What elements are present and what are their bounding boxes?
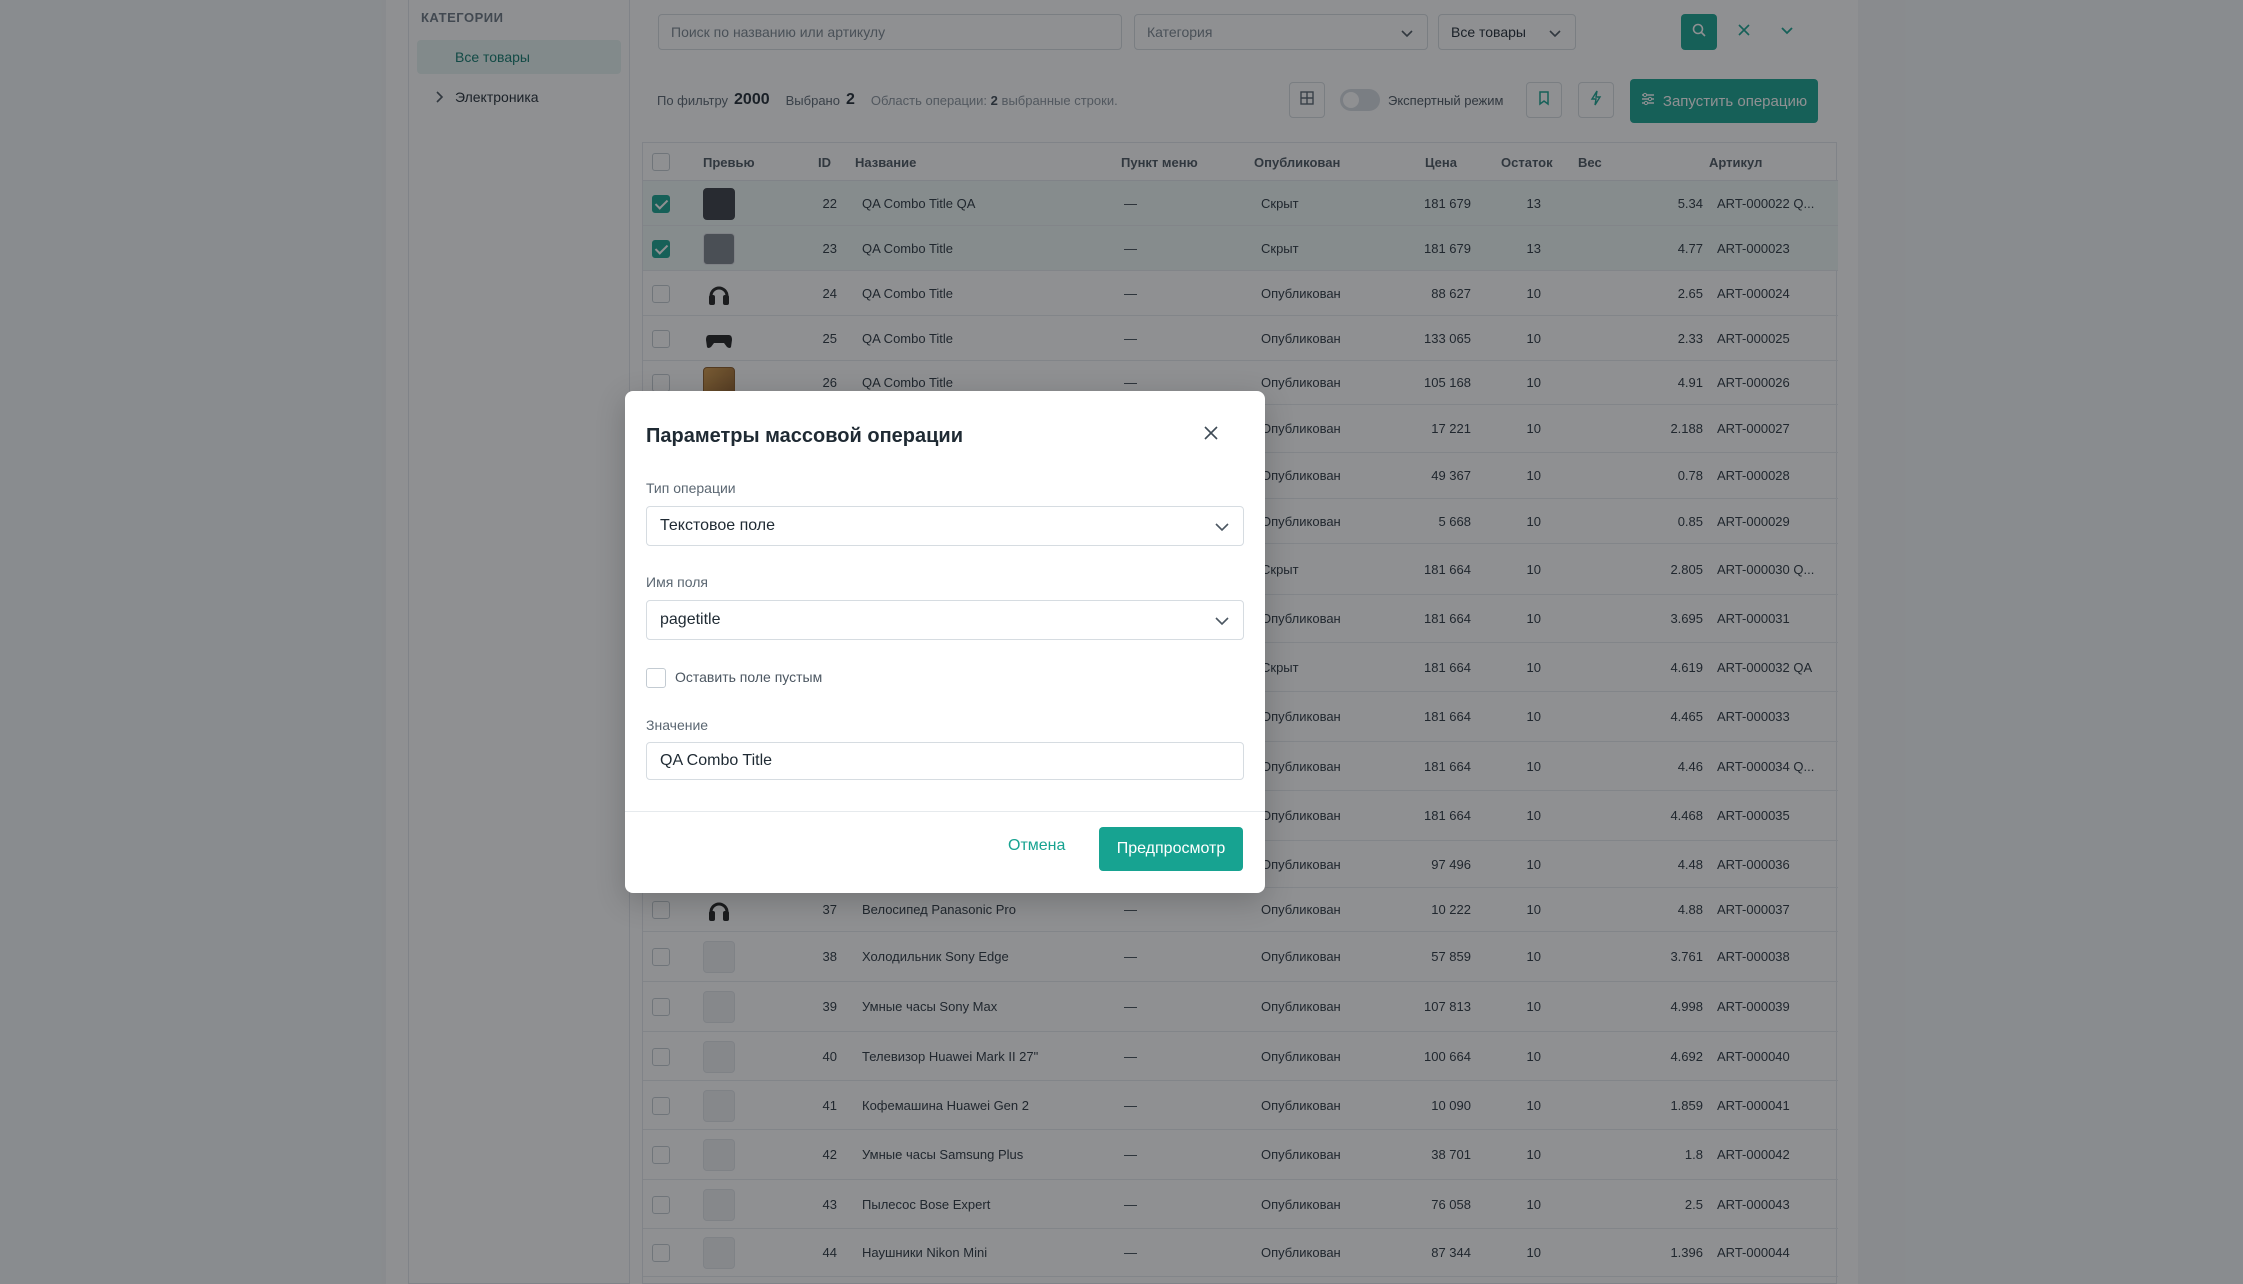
close-modal-button[interactable] (1197, 421, 1225, 449)
operation-type-select[interactable]: Текстовое поле (646, 506, 1244, 546)
modal-divider (625, 811, 1265, 812)
value-label: Значение (646, 717, 709, 733)
operation-type-label: Тип операции (646, 480, 736, 496)
preview-button[interactable]: Предпросмотр (1099, 827, 1243, 871)
field-name-label: Имя поля (646, 574, 708, 590)
value-input-text: QA Combo Title (660, 752, 773, 769)
preview-button-label: Предпросмотр (1116, 840, 1226, 857)
field-name-value: pagetitle (660, 611, 721, 628)
bulk-operation-modal: Параметры массовой операции Тип операции… (625, 391, 1265, 893)
cancel-button[interactable]: Отмена (1008, 837, 1065, 855)
close-icon (1203, 425, 1219, 446)
leave-empty-checkbox[interactable] (646, 668, 666, 688)
field-name-select[interactable]: pagetitle (646, 600, 1244, 640)
modal-title: Параметры массовой операции (646, 425, 964, 447)
value-input[interactable]: QA Combo Title (646, 742, 1244, 780)
operation-type-value: Текстовое поле (660, 517, 776, 534)
chevron-down-icon (1213, 612, 1231, 630)
leave-empty-label[interactable]: Оставить поле пустым (675, 669, 822, 685)
chevron-down-icon (1213, 518, 1231, 536)
